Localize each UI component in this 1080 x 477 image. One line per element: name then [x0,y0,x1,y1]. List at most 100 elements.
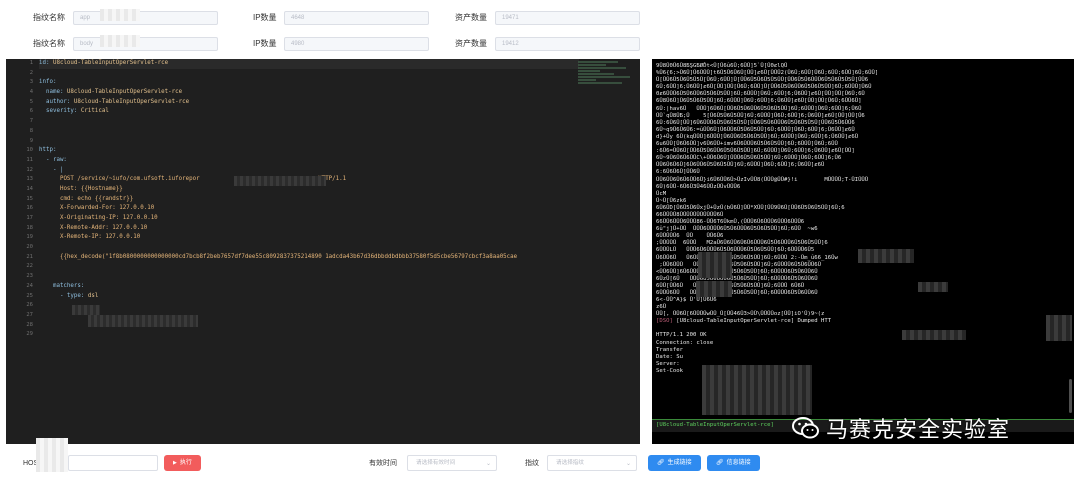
code-line: info: [39,78,579,88]
code-value: U8cloud-TableInputOperServlet-rce [52,60,169,66]
wechat-icon [792,416,820,440]
line-number: 21 [26,253,33,260]
line-number: 18 [26,224,33,231]
line-number: 10 [26,147,33,154]
line-number: 16 [26,205,33,212]
code-area[interactable]: id: U8cloud-TableInputOperServlet-rce inf… [39,59,579,340]
line-number: 12 [26,166,33,173]
line-number: 26 [26,302,33,309]
wechat-watermark: 马赛克安全实验室 [792,413,1010,443]
line-number: 6 [29,108,33,115]
code-key: - type: [39,292,88,299]
terminal-binary-line: 6:6Ȗ6Ȗ6Ȗ]ȖȖ6Ȗ [656,169,700,176]
asset-count-label: 资产数量 [455,39,487,48]
line-number: 1 [29,60,33,66]
ip-count-label: IP数量 [253,13,277,22]
code-value: X-Remote-Addr: 127.0.0.10 [59,224,148,231]
play-icon: ▶ [173,460,177,466]
redaction-mask [1046,315,1072,341]
terminal-binary-line: Ȗ~Ȗ[Ȗ6zk6 [656,197,687,204]
ip-count-input[interactable]: 4980 [284,37,429,51]
run-button-label: 执行 [179,460,192,466]
line-number: 9 [29,137,33,144]
info-link-button[interactable]: 🔗︎ 信息链接 [707,455,760,471]
code-key [39,176,60,182]
code-key [39,225,60,231]
http-response-line: Transfer [656,346,683,353]
template-code-editor[interactable]: 1 2 3 4 5 6 7 8 9 10 11 12 13 14 15 16 17 18 19 20 21 22 23 24 2… [6,59,640,444]
terminal-binary-line: 6Ȗ:6Ȗ6Ȗ[ȖȖ]6Ȗ6ȖȖȖ6Ȗ5Ȗ6Ȗ5Ȗ5Ȗ[ȖȖ6Ȗ5Ȗ6ȖȖȖ6Ȗ… [656,119,855,126]
code-value: X-Remote-IP: 127.0.0.10 [59,234,141,241]
asset-count-input[interactable]: 19471 [495,11,640,25]
code-line: X-Remote-Addr: 127.0.0.10 [39,224,579,234]
terminal-binary-line: 6Ȗ6ȖD[Ȗ6Ȗ5Ȗ6ȖxjȖ+ȖzȖ(bȖ6Ȗ]ȖȖ*XȖȖ[ȖȖ9Ȗ6Ȗ[… [656,204,845,211]
code-line: id: U8cloud-TableInputOperServlet-rce [39,59,579,69]
chevron-down-icon: ⌄ [485,461,491,467]
line-number: 14 [26,185,33,192]
code-line: - type: dsl [39,292,579,302]
fingerprint-label: 指纹 [525,460,539,467]
terminal-binary-line: ȖȖ`qȖ8ȖƂ;Ȗ 5[Ȗ6Ȗ5Ȗ6Ȗ5ȖȖ]6Ȗ;6ȖȖȖ]Ȗ6Ȗ;6ȖȖ]… [656,112,865,119]
redaction-mask [234,176,326,186]
terminal-status-text: [U8cloud-TableInputOperServlet-rce] [656,422,774,428]
line-number: 20 [26,244,33,251]
code-line: X-Remote-IP: 127.0.0.10 [39,233,579,243]
code-value: Host: {{Hostname}} [59,185,123,192]
asset-count-input[interactable]: 19412 [495,37,640,51]
terminal-binary-line: ȖȖ6Ȗ6Ȗ6Ȗ]6Ȗ6ȖȖ6Ȗ5Ȗ6Ȗ5ȖȖ]6Ȗ;6ȖȖȖ]Ȗ6Ȗ;6ȖȖ]… [656,162,825,169]
line-number: 13 [26,176,33,183]
fingerprint-name-input[interactable]: app [73,11,218,25]
code-value: Critical [80,108,109,115]
terminal-binary-line: ȖȖ6ȖȖ6Ȗ6Ȗ6ȖȖ6Ȗ}i6Ȗ6ȖȖ6Ȗ>ȖzIvȖȖ8(ȖȖȖ@ȖȖ#}… [656,176,869,183]
editor-minimap[interactable] [578,61,634,95]
line-number: 29 [26,331,33,338]
code-value: {{hex_decode("1f8b0800000000000000cd7bcb… [59,253,518,260]
redaction-mask [902,330,966,340]
validity-select[interactable]: 请选择有效时间 ⌄ [407,455,497,471]
watermark-text: 马赛克安全实验室 [826,418,1011,443]
code-key [39,205,60,211]
run-button[interactable]: ▶ 执行 [164,455,201,471]
code-line: {{hex_decode("1f8b0800000000000000cd7bcb… [39,253,579,263]
ip-count-label: IP数量 [253,39,277,48]
code-line: severity: Critical [39,107,579,117]
asset-count-label: 资产数量 [455,13,487,22]
redaction-mask [702,365,812,415]
validity-placeholder: 请选择有效时间 [416,460,456,466]
code-line: Host: {{Hostname}} [39,185,579,195]
filter-row-1: 指纹名称 app IP数量 4648 资产数量 19471 [0,8,1080,28]
terminal-binary-line: 66ȖȖȖȖ8ȖȖȖȖȖȖȖȖȖȖȖ6Ȗ [656,211,724,218]
code-line: - raw: [39,156,579,166]
ip-count-input[interactable]: 4648 [284,11,429,25]
fingerprint-name-label: 指纹名称 [33,13,65,22]
host-input[interactable] [68,455,158,471]
code-key: matchers: [39,282,85,289]
redaction-mask [88,315,198,327]
terminal-scrollbar[interactable] [1069,379,1072,413]
fingerprint-select[interactable]: 请选择指纹 ⌄ [547,455,637,471]
line-number: 7 [29,118,33,125]
fingerprint-name-input[interactable]: body [73,37,218,51]
code-line: http: [39,146,579,156]
link-icon: 🔗︎ [716,460,724,466]
code-value: dsl [87,292,99,299]
code-value: X-Forwarded-For: 127.0.0.10 [59,205,155,212]
code-value: cmd: echo {{randstr}} [59,195,134,202]
generate-link-button[interactable]: 🔗︎ 生成链接 [648,455,701,471]
line-number: 5 [29,98,33,105]
code-key: info: [39,79,57,86]
code-line: author: U8cloud-TableInputOperServlet-rc… [39,98,579,108]
fingerprint-placeholder: 请选择指纹 [556,460,584,466]
terminal-dumped-line: [DSO] [U8cloud-TableInputOperServlet-rce… [656,318,1070,325]
code-key: - | [39,166,64,173]
line-number: 17 [26,215,33,221]
terminal-output[interactable]: 9Ȗ8Ȗ0Ȗ6Ȗ8ƂŞGƂØĎt<Ȗ[Ȗ6ȗ6Ȗ;6ȖȖ]5`Ȗ[Ȗ0ȼlQȖ%… [652,59,1074,444]
line-number: 28 [26,321,33,328]
line-number: 11 [26,156,33,163]
info-link-label: 信息链接 [726,460,751,466]
